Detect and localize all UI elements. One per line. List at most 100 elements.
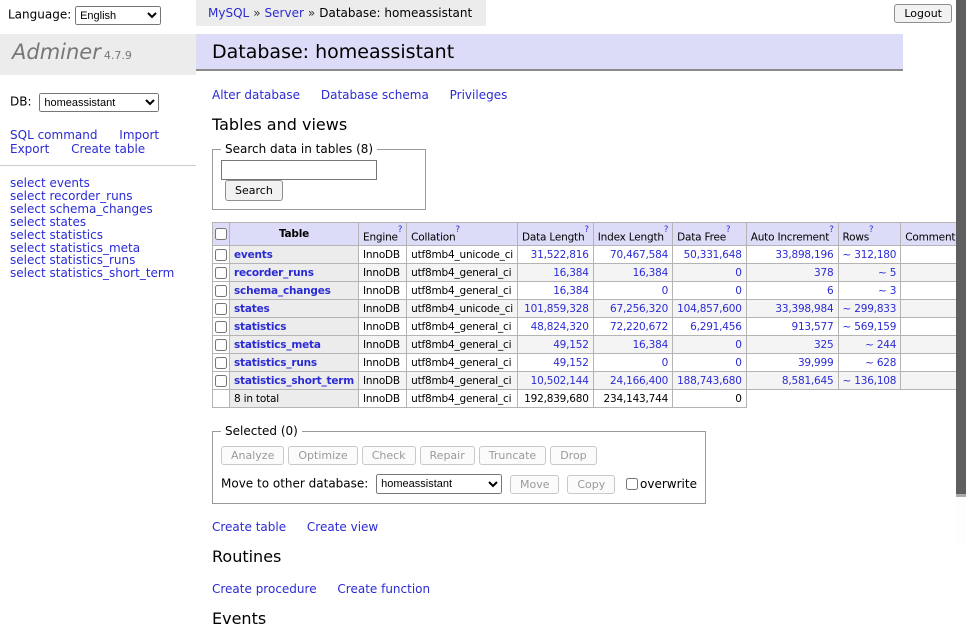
column-help-link-auto-increment[interactable]: ? [829, 225, 833, 235]
row-checkbox-recorder-runs[interactable] [215, 267, 227, 279]
data-length-link[interactable]: 31,522,816 [531, 249, 589, 261]
data-length-link[interactable]: 16,384 [553, 285, 589, 297]
rows-count-link[interactable]: ~ 5 [878, 267, 896, 279]
scrollbar-thumb[interactable] [956, 0, 966, 494]
breadcrumb-mysql-link[interactable]: MySQL [208, 6, 249, 20]
overwrite-checkbox[interactable] [626, 478, 638, 490]
select-link-statistics-short-term[interactable]: select [10, 266, 46, 280]
sidebar-table-link-recorder-runs[interactable]: recorder_runs [49, 189, 132, 203]
index-length-link[interactable]: 0 [662, 285, 668, 297]
row-checkbox-statistics[interactable] [215, 321, 227, 333]
auto-increment-link[interactable]: 913,577 [791, 321, 833, 333]
repair-button[interactable]: Repair [420, 446, 475, 465]
column-help-link-engine[interactable]: ? [398, 225, 402, 235]
check-button[interactable]: Check [362, 446, 416, 465]
data-free-link[interactable]: 0 [735, 267, 741, 279]
select-link-states[interactable]: select [10, 215, 46, 229]
breadcrumb-server-link[interactable]: Server [265, 6, 304, 20]
scrollbar[interactable] [956, 0, 966, 543]
data-length-link[interactable]: 101,859,328 [524, 303, 589, 315]
table-link-statistics-short-term[interactable]: statistics_short_term [234, 375, 354, 387]
index-length-link[interactable]: 16,384 [633, 339, 669, 351]
database-schema-link[interactable]: Database schema [321, 88, 429, 102]
create-procedure-link[interactable]: Create procedure [212, 582, 317, 596]
import-link[interactable]: Import [119, 128, 159, 142]
column-help-link-data-length[interactable]: ? [584, 225, 588, 235]
app-name[interactable]: Adminer [12, 40, 101, 64]
analyze-button[interactable]: Analyze [221, 446, 284, 465]
table-link-statistics-meta[interactable]: statistics_meta [234, 339, 321, 351]
index-length-link[interactable]: 0 [662, 357, 668, 369]
row-checkbox-events[interactable] [215, 249, 227, 261]
index-length-link[interactable]: 67,256,320 [610, 303, 668, 315]
data-free-link[interactable]: 104,857,600 [677, 303, 742, 315]
data-length-link[interactable]: 10,502,144 [531, 375, 589, 387]
data-free-link[interactable]: 0 [735, 357, 741, 369]
auto-increment-link[interactable]: 33,398,984 [775, 303, 833, 315]
select-link-statistics-meta[interactable]: select [10, 241, 46, 255]
data-length-link[interactable]: 48,824,320 [531, 321, 589, 333]
rows-count-link[interactable]: ~ 569,159 [843, 321, 897, 333]
rows-count-link[interactable]: ~ 136,108 [843, 375, 897, 387]
truncate-button[interactable]: Truncate [479, 446, 546, 465]
select-link-events[interactable]: select [10, 176, 46, 190]
sidebar-table-link-states[interactable]: states [49, 215, 86, 229]
create-function-link[interactable]: Create function [337, 582, 430, 596]
rows-count-link[interactable]: ~ 299,833 [843, 303, 897, 315]
data-free-link[interactable]: 0 [735, 339, 741, 351]
copy-button[interactable]: Copy [567, 475, 615, 494]
rows-count-link[interactable]: ~ 3 [878, 285, 896, 297]
data-length-link[interactable]: 16,384 [553, 267, 589, 279]
index-length-link[interactable]: 70,467,584 [610, 249, 668, 261]
logout-button[interactable]: Logout [894, 4, 952, 23]
table-link-statistics-runs[interactable]: statistics_runs [234, 357, 317, 369]
row-checkbox-statistics-meta[interactable] [215, 339, 227, 351]
create-table-sidebar-link[interactable]: Create table [71, 142, 145, 156]
auto-increment-link[interactable]: 8,581,645 [782, 375, 834, 387]
table-link-schema-changes[interactable]: schema_changes [234, 285, 331, 297]
row-checkbox-statistics-runs[interactable] [215, 357, 227, 369]
language-select[interactable]: English [75, 6, 161, 25]
sidebar-table-link-statistics[interactable]: statistics [49, 228, 103, 242]
select-link-statistics[interactable]: select [10, 228, 46, 242]
db-select[interactable]: homeassistant [39, 93, 159, 112]
data-length-link[interactable]: 49,152 [553, 339, 589, 351]
index-length-link[interactable]: 16,384 [633, 267, 669, 279]
table-link-events[interactable]: events [234, 249, 273, 261]
sidebar-table-link-statistics-short-term[interactable]: statistics_short_term [49, 266, 174, 280]
move-database-select[interactable]: homeassistant [376, 474, 502, 494]
auto-increment-link[interactable]: 33,898,196 [775, 249, 833, 261]
move-button[interactable]: Move [510, 475, 560, 494]
select-link-schema-changes[interactable]: select [10, 202, 46, 216]
column-help-link-rows[interactable]: ? [869, 225, 873, 235]
export-link[interactable]: Export [10, 142, 49, 156]
data-free-link[interactable]: 6,291,456 [690, 321, 742, 333]
drop-button[interactable]: Drop [550, 446, 596, 465]
rows-count-link[interactable]: ~ 628 [865, 357, 896, 369]
index-length-link[interactable]: 24,166,400 [610, 375, 668, 387]
alter-database-link[interactable]: Alter database [212, 88, 300, 102]
search-input[interactable] [221, 160, 377, 180]
sql-command-link[interactable]: SQL command [10, 128, 97, 142]
create-table-link[interactable]: Create table [212, 520, 286, 534]
auto-increment-link[interactable]: 325 [814, 339, 833, 351]
data-free-link[interactable]: 188,743,680 [677, 375, 742, 387]
row-checkbox-schema-changes[interactable] [215, 285, 227, 297]
rows-count-link[interactable]: ~ 312,180 [843, 249, 897, 261]
auto-increment-link[interactable]: 378 [814, 267, 833, 279]
create-view-link[interactable]: Create view [307, 520, 378, 534]
table-link-recorder-runs[interactable]: recorder_runs [234, 267, 314, 279]
auto-increment-link[interactable]: 39,999 [798, 357, 834, 369]
sidebar-table-link-schema-changes[interactable]: schema_changes [49, 202, 152, 216]
row-checkbox-states[interactable] [215, 303, 227, 315]
sidebar-table-link-events[interactable]: events [49, 176, 89, 190]
column-help-link-data-free[interactable]: ? [726, 225, 730, 235]
data-length-link[interactable]: 49,152 [553, 357, 589, 369]
select-link-statistics-runs[interactable]: select [10, 253, 46, 267]
column-help-link-collation[interactable]: ? [455, 225, 459, 235]
table-link-statistics[interactable]: statistics [234, 321, 286, 333]
select-link-recorder-runs[interactable]: select [10, 189, 46, 203]
sidebar-table-link-statistics-meta[interactable]: statistics_meta [49, 241, 140, 255]
data-free-link[interactable]: 50,331,648 [684, 249, 742, 261]
rows-count-link[interactable]: ~ 244 [865, 339, 896, 351]
